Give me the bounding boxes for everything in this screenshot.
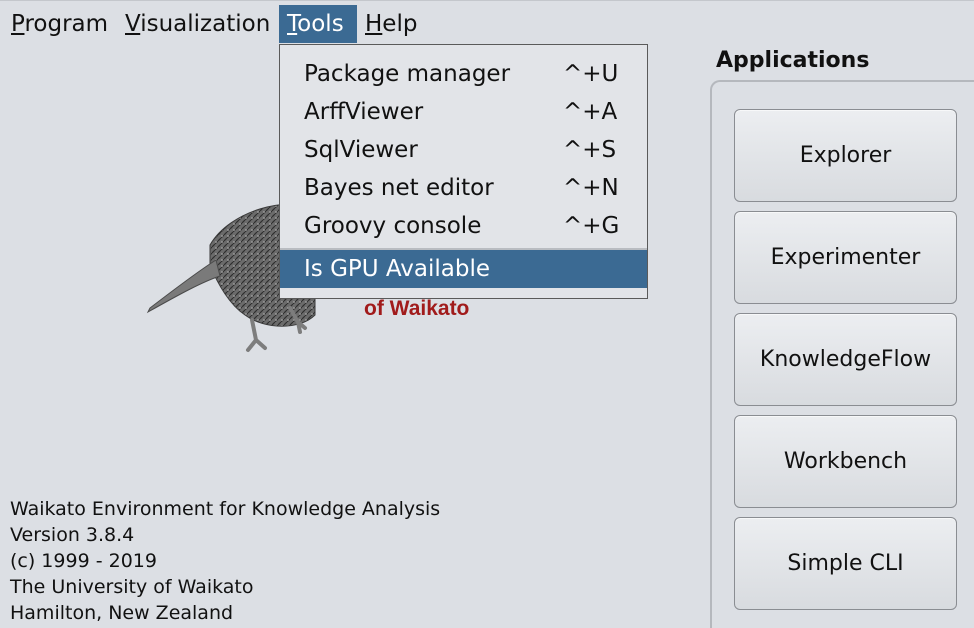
menu-item-shortcut: ^+S — [563, 137, 617, 163]
menu-help-label: elp — [382, 11, 418, 37]
weka-gui-chooser-window: Program Visualization Tools Help of Waik… — [0, 0, 974, 628]
menu-item-label: Groovy console — [304, 213, 482, 239]
menu-help[interactable]: Help — [357, 5, 425, 43]
info-copyright: (c) 1999 - 2019 — [10, 550, 157, 572]
logo-text: of Waikato — [364, 297, 470, 320]
info-university: The University of Waikato — [10, 576, 254, 598]
experimenter-button[interactable]: Experimenter — [734, 211, 957, 304]
tools-dropdown-menu: Package manager ^+U ArffViewer ^+A SqlVi… — [279, 44, 648, 299]
menu-item-bayes-net-editor[interactable]: Bayes net editor ^+N — [280, 169, 647, 207]
info-title: Waikato Environment for Knowledge Analys… — [10, 498, 441, 520]
menu-item-label: Is GPU Available — [304, 256, 491, 282]
menu-item-label: ArffViewer — [304, 99, 424, 125]
menu-item-shortcut: ^+N — [563, 175, 619, 201]
menu-item-shortcut: ^+A — [563, 99, 618, 125]
menu-item-package-manager[interactable]: Package manager ^+U — [280, 55, 647, 93]
menu-tools[interactable]: Tools — [279, 5, 357, 43]
info-version: Version 3.8.4 — [10, 524, 135, 546]
menu-program-label: rogram — [24, 11, 109, 37]
workbench-button[interactable]: Workbench — [734, 415, 957, 508]
menu-visualization-mnemonic: V — [125, 11, 141, 37]
applications-title: Applications — [716, 48, 870, 73]
about-info: Waikato Environment for Knowledge Analys… — [10, 496, 440, 626]
menu-item-groovy-console[interactable]: Groovy console ^+G — [280, 207, 647, 245]
simple-cli-button[interactable]: Simple CLI — [734, 517, 957, 610]
menu-item-label: Package manager — [304, 61, 511, 87]
menu-item-sqlviewer[interactable]: SqlViewer ^+S — [280, 131, 647, 169]
menu-item-label: Bayes net editor — [304, 175, 494, 201]
menu-help-mnemonic: H — [365, 11, 383, 37]
menu-item-label: SqlViewer — [304, 137, 418, 163]
menu-item-shortcut: ^+G — [563, 213, 620, 239]
menu-visualization-label: isualization — [140, 11, 271, 37]
menu-program-mnemonic: P — [11, 11, 25, 37]
menu-item-is-gpu-available[interactable]: Is GPU Available — [280, 250, 647, 288]
menu-visualization[interactable]: Visualization — [117, 5, 278, 43]
knowledgeflow-button[interactable]: KnowledgeFlow — [734, 313, 957, 406]
menu-item-arffviewer[interactable]: ArffViewer ^+A — [280, 93, 647, 131]
explorer-button[interactable]: Explorer — [734, 109, 957, 202]
menu-tools-mnemonic: T — [287, 11, 298, 37]
menu-tools-label: ools — [297, 11, 344, 37]
info-location: Hamilton, New Zealand — [10, 602, 234, 624]
menu-program[interactable]: Program — [3, 5, 117, 43]
menu-bar: Program Visualization Tools Help — [0, 0, 974, 46]
menu-item-shortcut: ^+U — [563, 61, 619, 87]
